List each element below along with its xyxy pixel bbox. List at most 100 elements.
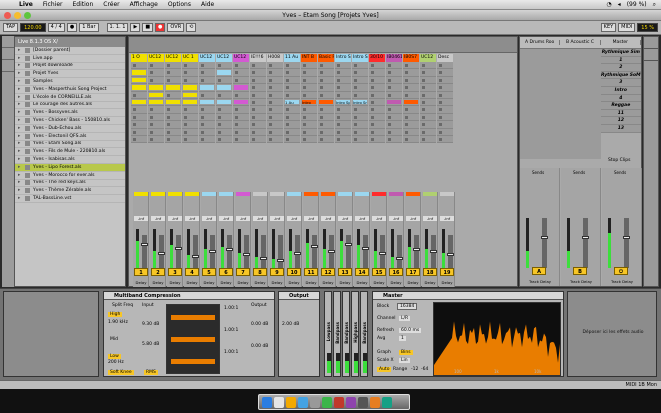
- clip-slot[interactable]: [284, 121, 300, 129]
- clip-slot[interactable]: [131, 76, 147, 85]
- clip[interactable]: [217, 85, 231, 90]
- midi-map-button[interactable]: MIDI: [618, 23, 636, 32]
- track-color-tab[interactable]: [321, 192, 335, 196]
- range-min[interactable]: -12: [411, 367, 418, 372]
- clip-slot[interactable]: [148, 113, 164, 122]
- menu-fichier[interactable]: Fichier: [38, 1, 68, 8]
- browser-tab-devices[interactable]: [2, 36, 14, 48]
- browser-item[interactable]: ▸ Yves - Bossyves.als: [15, 109, 125, 118]
- volume-readout[interactable]: -inf: [219, 216, 233, 221]
- clip-slot[interactable]: [250, 62, 266, 70]
- session-view-button[interactable]: [644, 37, 658, 49]
- clip-slot[interactable]: [165, 69, 181, 77]
- clip-slot[interactable]: [267, 91, 283, 99]
- master-track[interactable]: Master: [601, 40, 641, 45]
- range-max[interactable]: -64: [421, 367, 428, 372]
- ratio-low[interactable]: 1.00:1: [224, 350, 238, 355]
- track-color-tab[interactable]: [134, 192, 148, 196]
- clip[interactable]: Intro Spl: [336, 99, 350, 105]
- volume-readout[interactable]: -inf: [236, 216, 250, 221]
- clip-slot[interactable]: [437, 113, 453, 122]
- volume-readout[interactable]: -inf: [253, 216, 267, 221]
- clip-slot[interactable]: [437, 98, 453, 107]
- clip[interactable]: [234, 99, 248, 105]
- clip-slot[interactable]: [369, 84, 385, 92]
- clip-slot[interactable]: [182, 113, 198, 122]
- record-button[interactable]: ●: [155, 23, 166, 32]
- volume-readout[interactable]: -inf: [321, 216, 335, 221]
- clip-slot[interactable]: [233, 113, 249, 122]
- clip[interactable]: [166, 99, 180, 105]
- browser-item[interactable]: ▸ Projet downloadé: [15, 63, 125, 71]
- volume-fader[interactable]: [582, 218, 589, 268]
- track-activator-button[interactable]: 2: [151, 268, 165, 276]
- disclosure-triangle-icon[interactable]: ▸: [18, 56, 25, 61]
- volume-fader[interactable]: [294, 235, 301, 269]
- clip[interactable]: [183, 85, 197, 90]
- dock-app-icon[interactable]: [322, 397, 332, 408]
- clip-slot[interactable]: [233, 121, 249, 129]
- menu-affichage[interactable]: Affichage: [125, 1, 163, 8]
- track-header[interactable]: 1 O: [131, 54, 147, 62]
- output-title[interactable]: Output: [279, 292, 319, 300]
- clip-slot[interactable]: [131, 62, 147, 70]
- clip-slot[interactable]: [148, 91, 164, 99]
- track-header[interactable]: Intro Sne: [352, 54, 368, 62]
- clip[interactable]: [132, 85, 146, 90]
- clip[interactable]: [149, 85, 163, 90]
- clip-slot[interactable]: [131, 106, 147, 114]
- clip-slot[interactable]: [182, 69, 198, 77]
- ovr-button[interactable]: OVR: [167, 23, 185, 32]
- clip[interactable]: [319, 99, 333, 105]
- volume-fader[interactable]: [192, 235, 199, 269]
- wifi-icon[interactable]: ◔: [606, 1, 611, 9]
- clip-slot[interactable]: [199, 113, 215, 122]
- loop-button[interactable]: ⟲: [186, 23, 197, 32]
- browser-item[interactable]: ▸ Projet Yves: [15, 70, 125, 79]
- volume-fader[interactable]: [396, 235, 403, 269]
- clip-slot[interactable]: [182, 128, 198, 136]
- clip-slot[interactable]: [335, 76, 351, 85]
- track-color-tab[interactable]: [219, 192, 233, 196]
- ratio-high[interactable]: 1.00:1: [224, 306, 238, 311]
- clip-slot[interactable]: [369, 135, 385, 144]
- clip-slot[interactable]: [267, 128, 283, 136]
- browser-item[interactable]: ▸ L'école de CORNEILLE.als: [15, 94, 125, 102]
- band-display[interactable]: [166, 304, 220, 374]
- clip-slot[interactable]: [250, 76, 266, 85]
- auto-toggle[interactable]: Auto: [377, 367, 392, 372]
- clip-slot[interactable]: [420, 69, 436, 77]
- dock-app-icon[interactable]: [382, 397, 392, 408]
- browser-tab-plugins[interactable]: [2, 48, 14, 60]
- clip-slot[interactable]: [284, 128, 300, 136]
- clip-slot[interactable]: [386, 91, 402, 99]
- clip-slot[interactable]: [403, 128, 419, 136]
- clip-slot[interactable]: [182, 62, 198, 70]
- clip[interactable]: [387, 99, 401, 105]
- volume-fader[interactable]: [158, 235, 165, 269]
- track-activator-button[interactable]: 17: [406, 268, 420, 276]
- track-activator-button[interactable]: 15: [372, 268, 386, 276]
- volume-fader[interactable]: [209, 235, 216, 269]
- clip-slot[interactable]: [250, 121, 266, 129]
- search-icon[interactable]: ⌕: [653, 1, 656, 9]
- track-color-tab[interactable]: [287, 192, 301, 196]
- track-header[interactable]: Desc: [437, 54, 453, 62]
- dock-app-icon[interactable]: [370, 397, 380, 408]
- clip-slot[interactable]: [165, 98, 181, 107]
- track-header[interactable]: IE!!!6: [250, 54, 266, 62]
- clip-slot[interactable]: [165, 62, 181, 70]
- key-map-button[interactable]: KEY: [600, 23, 617, 32]
- graph-bins-toggle[interactable]: Bins: [399, 350, 413, 355]
- clip-slot[interactable]: [318, 98, 334, 107]
- clip-slot[interactable]: [250, 106, 266, 114]
- refresh-value[interactable]: 60.0 ms: [399, 328, 422, 333]
- return-activator-button[interactable]: A: [532, 267, 546, 275]
- track-header[interactable]: 11 Au: [284, 54, 300, 62]
- volume-fader[interactable]: [226, 235, 233, 269]
- clip-slot[interactable]: [301, 76, 317, 85]
- clip-slot[interactable]: [216, 121, 232, 129]
- clip-slot[interactable]: [131, 128, 147, 136]
- volume-readout[interactable]: -inf: [338, 216, 352, 221]
- clip-slot[interactable]: [182, 91, 198, 99]
